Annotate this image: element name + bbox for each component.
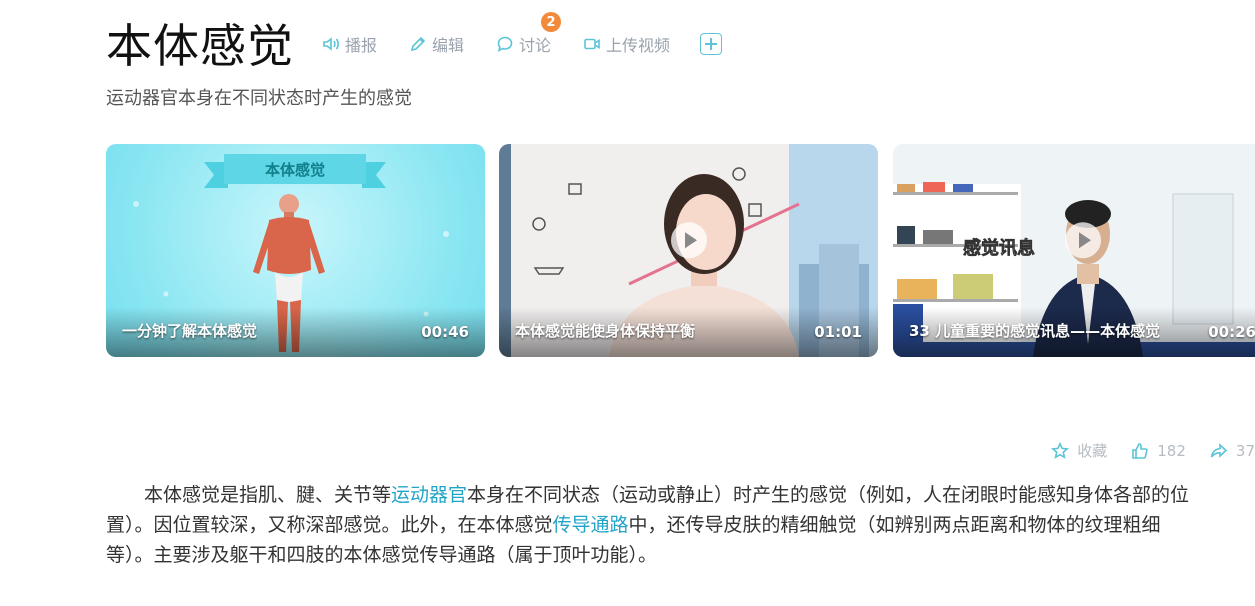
- paragraph-text: 本体感觉是指肌、腱、关节等: [144, 484, 392, 506]
- share-button[interactable]: 37: [1210, 442, 1255, 460]
- play-icon[interactable]: [1064, 221, 1101, 258]
- video-card-1[interactable]: 本体感觉 一分钟了解本体感觉 00:46: [106, 144, 485, 357]
- video-duration: 01:01: [814, 323, 862, 341]
- video-card-2[interactable]: 本体感觉能使身体保持平衡 01:01: [499, 144, 878, 357]
- speaker-icon: [323, 37, 339, 51]
- link-conduction-pathway[interactable]: 传导通路: [553, 514, 629, 536]
- edit-button[interactable]: 编辑: [409, 32, 464, 56]
- play-audio-label: 播报: [345, 36, 378, 55]
- discuss-button[interactable]: 讨论 2: [496, 12, 562, 56]
- play-icon[interactable]: [670, 221, 707, 258]
- video-camera-icon: [584, 38, 600, 50]
- add-button[interactable]: [700, 33, 723, 55]
- link-motor-organ[interactable]: 运动器官: [391, 484, 467, 506]
- page-subtitle: 运动器官本身在不同状态时产生的感觉: [106, 88, 412, 109]
- video-overlay-text: 感觉讯息: [963, 237, 1035, 259]
- video-duration: 00:26: [1208, 323, 1255, 341]
- chat-bubble-icon: [497, 36, 513, 53]
- discuss-count-badge: 2: [541, 12, 562, 32]
- video-card-3[interactable]: 感觉讯息 33 儿童重要的感觉讯息——本体感觉 00:26: [893, 144, 1255, 357]
- upload-video-label: 上传视频: [606, 36, 671, 55]
- discuss-label: 讨论: [519, 36, 552, 55]
- like-count: 182: [1157, 441, 1186, 460]
- like-button[interactable]: 182: [1131, 442, 1186, 460]
- play-audio-button[interactable]: 播报: [322, 32, 377, 56]
- upload-video-button[interactable]: 上传视频: [583, 32, 670, 56]
- banner-text: 本体感觉: [265, 161, 325, 179]
- video-duration: 00:46: [421, 323, 469, 341]
- collect-label: 收藏: [1077, 442, 1108, 460]
- summary-paragraph: 本体感觉是指肌、腱、关节等运动器官本身在不同状态（运动或静止）时产生的感觉（例如…: [106, 480, 1206, 570]
- video-title: 33 儿童重要的感觉讯息——本体感觉: [909, 322, 1161, 340]
- toolbar: 播报 编辑 讨论 2 上传视频: [322, 12, 723, 56]
- page-title: 本体感觉: [106, 19, 294, 73]
- pencil-icon: [410, 36, 426, 52]
- video-list: 本体感觉 一分钟了解本体感觉 00:46 本体感觉能使身体保持平衡 01:01 …: [106, 144, 1255, 357]
- share-count: 37: [1235, 441, 1255, 460]
- collect-button[interactable]: 收藏: [1051, 440, 1107, 461]
- entry-stats: 收藏 182 37: [1027, 440, 1255, 461]
- video-title: 一分钟了解本体感觉: [122, 322, 258, 340]
- edit-label: 编辑: [432, 36, 465, 55]
- share-icon: [1210, 442, 1228, 458]
- video-title: 本体感觉能使身体保持平衡: [515, 322, 696, 340]
- star-icon: [1051, 441, 1070, 459]
- thumbs-up-icon: [1132, 442, 1148, 459]
